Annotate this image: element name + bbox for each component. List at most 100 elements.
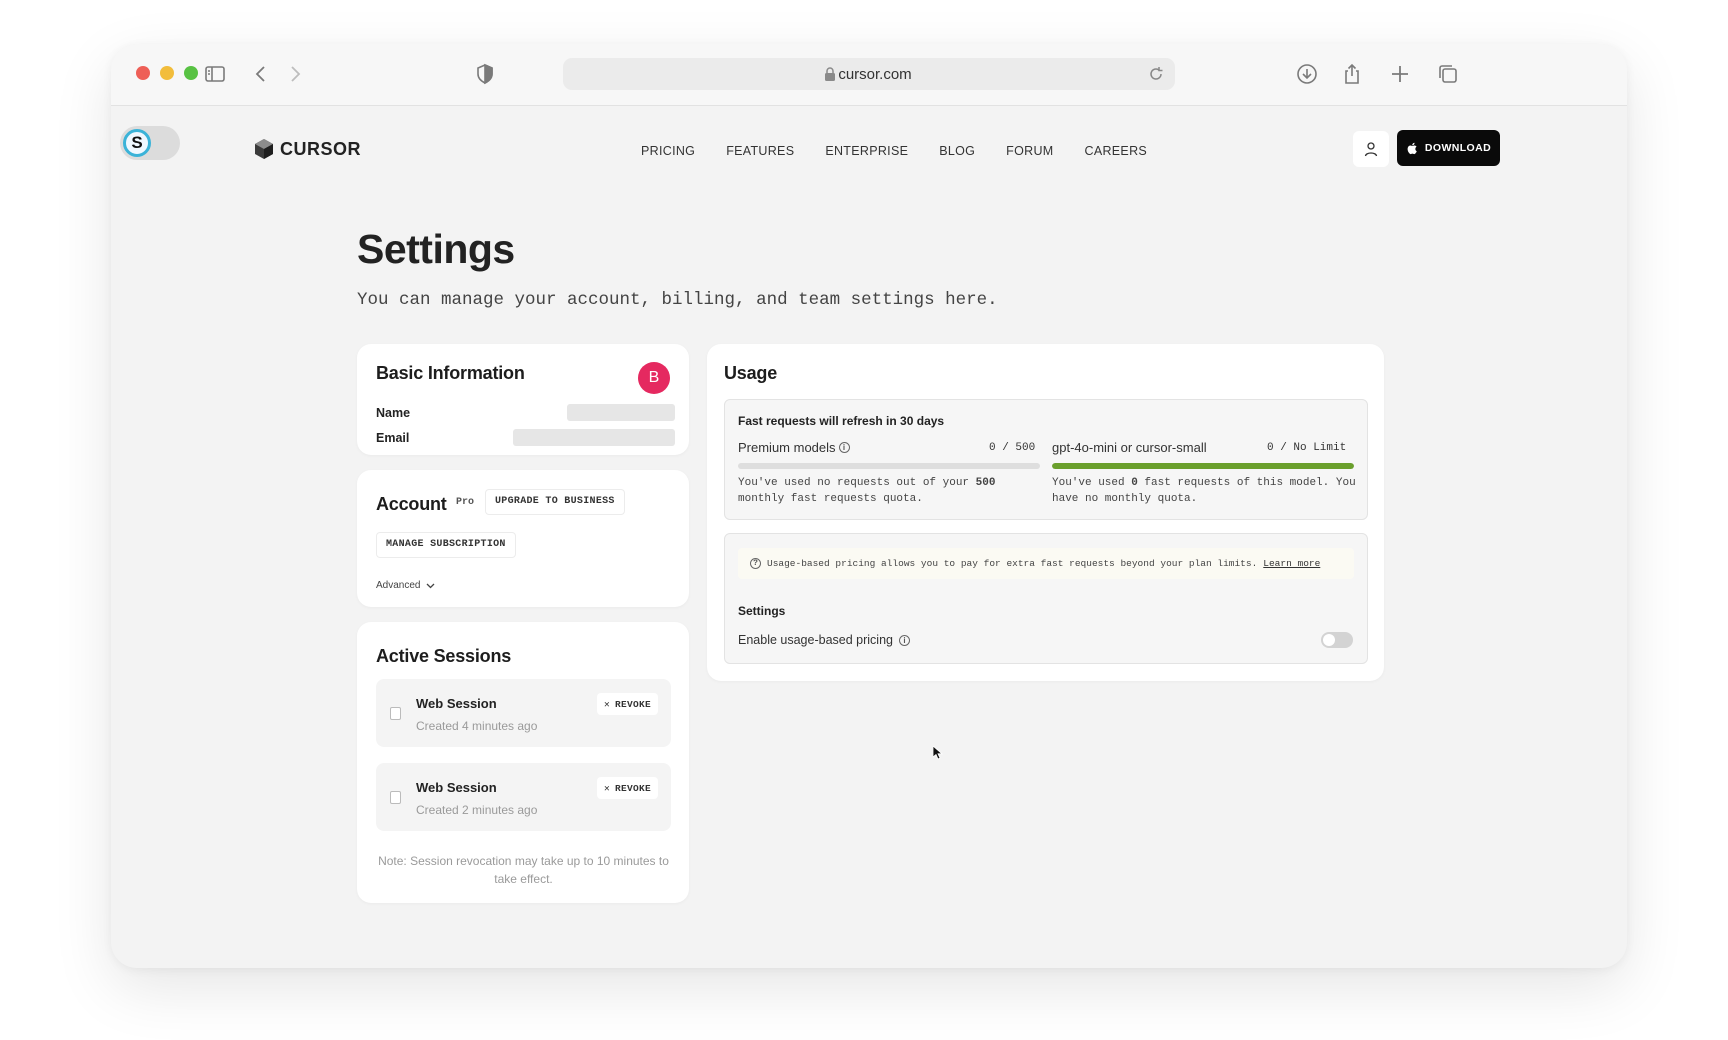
privacy-shield-icon[interactable] xyxy=(473,62,497,86)
usage-pricing-label: Enable usage-based pricing i xyxy=(738,633,910,647)
cube-logo-icon xyxy=(255,139,273,159)
account-button[interactable] xyxy=(1353,131,1389,167)
close-icon: ✕ xyxy=(603,698,610,710)
usage-card: Usage Fast requests will refresh in 30 d… xyxy=(707,344,1384,681)
usage-title: Usage xyxy=(724,363,778,383)
premium-models-text: Premium models xyxy=(738,440,836,455)
small-models-description: You've used 0 fast requests of this mode… xyxy=(1052,475,1362,507)
premium-models-description: You've used no requests out of your 500 … xyxy=(738,475,1048,507)
name-value-redacted xyxy=(567,404,675,421)
active-sessions-title: Active Sessions xyxy=(376,646,512,666)
mouse-cursor-icon xyxy=(933,746,943,760)
nav-careers[interactable]: CAREERS xyxy=(1085,144,1148,158)
avatar[interactable]: B xyxy=(638,362,670,394)
download-button[interactable]: DOWNLOAD xyxy=(1397,130,1500,166)
premium-models-count: 0 / 500 xyxy=(989,442,1036,454)
session-item: Web Session Created 4 minutes ago ✕ REVO… xyxy=(376,679,671,747)
info-icon[interactable]: i xyxy=(898,634,910,646)
maximize-window-button[interactable] xyxy=(184,66,198,80)
revoke-button[interactable]: ✕ REVOKE xyxy=(596,777,658,799)
nav-features[interactable]: FEATURES xyxy=(726,144,794,158)
chevron-down-icon xyxy=(427,583,435,588)
downloads-icon[interactable] xyxy=(1295,62,1319,86)
browser-toolbar: cursor.com xyxy=(111,44,1627,106)
usage-pricing-toggle[interactable] xyxy=(1321,632,1353,648)
advanced-toggle[interactable]: Advanced xyxy=(376,580,435,591)
page-title: Settings xyxy=(357,226,515,272)
page-content: S CURSOR PRICING FEATURES ENTERPRISE BLO… xyxy=(111,106,1627,968)
share-icon[interactable] xyxy=(1340,62,1364,86)
tab-overview-icon[interactable] xyxy=(1436,62,1460,86)
desc-prefix: You've used no requests out of your xyxy=(738,477,976,489)
page-subtitle: You can manage your account, billing, an… xyxy=(357,290,998,310)
usage-based-pricing-panel: ? Usage-based pricing allows you to pay … xyxy=(724,533,1368,664)
session-device-icon xyxy=(390,707,401,720)
desc-suffix: monthly fast requests quota. xyxy=(738,493,923,505)
usage-pricing-text: Enable usage-based pricing xyxy=(738,633,893,647)
banner-text: Usage-based pricing allows you to pay fo… xyxy=(767,558,1258,569)
email-value-redacted xyxy=(513,429,675,446)
info-icon: ? xyxy=(750,558,761,569)
upgrade-to-business-button[interactable]: UPGRADE TO BUSINESS xyxy=(485,489,625,515)
user-icon xyxy=(1364,142,1378,157)
basic-info-card: Basic Information B Name Email xyxy=(357,344,689,455)
apple-icon xyxy=(1407,142,1417,154)
settings-subtitle: Settings xyxy=(738,604,786,618)
email-label: Email xyxy=(376,431,410,445)
minimize-window-button[interactable] xyxy=(160,66,174,80)
session-created: Created 2 minutes ago xyxy=(416,803,538,817)
name-label: Name xyxy=(376,406,411,420)
revoke-label: REVOKE xyxy=(614,782,651,794)
back-icon[interactable] xyxy=(249,62,273,86)
new-tab-icon[interactable] xyxy=(1388,62,1412,86)
active-sessions-card: Active Sessions Web Session Created 4 mi… xyxy=(357,622,689,903)
desc-bold: 0 xyxy=(1131,477,1138,489)
session-name: Web Session xyxy=(416,696,497,711)
url-text: cursor.com xyxy=(838,66,912,83)
forward-icon[interactable] xyxy=(283,62,307,86)
session-device-icon xyxy=(390,791,401,804)
info-icon[interactable]: i xyxy=(838,442,850,453)
session-item: Web Session Created 2 minutes ago ✕ REVO… xyxy=(376,763,671,831)
cursor-logo[interactable]: CURSOR xyxy=(253,138,361,160)
account-card: Account Pro UPGRADE TO BUSINESS MANAGE S… xyxy=(357,470,689,607)
small-models-text: gpt-4o-mini or cursor-small xyxy=(1052,440,1207,455)
small-models-count: 0 / No Limit xyxy=(1267,442,1347,454)
close-icon: ✕ xyxy=(603,782,610,794)
premium-models-progress xyxy=(738,463,1040,469)
nav-pricing[interactable]: PRICING xyxy=(641,144,695,158)
manage-subscription-button[interactable]: MANAGE SUBSCRIPTION xyxy=(376,532,516,558)
toggle-knob xyxy=(1323,634,1335,646)
session-created: Created 4 minutes ago xyxy=(416,719,538,733)
close-window-button[interactable] xyxy=(136,66,150,80)
reload-icon[interactable] xyxy=(1147,65,1165,83)
address-bar[interactable]: cursor.com xyxy=(563,58,1175,90)
nav-enterprise[interactable]: ENTERPRISE xyxy=(825,144,908,158)
refresh-notice: Fast requests will refresh in 30 days xyxy=(738,414,945,428)
revoke-label: REVOKE xyxy=(614,698,651,710)
logo-text: CURSOR xyxy=(280,138,362,159)
premium-models-label: Premium models i xyxy=(738,440,850,455)
download-label: DOWNLOAD xyxy=(1424,142,1492,154)
small-models-progress xyxy=(1052,463,1354,469)
nav-forum[interactable]: FORUM xyxy=(1006,144,1053,158)
basic-info-title: Basic Information xyxy=(376,363,525,383)
account-title: Account xyxy=(376,494,447,514)
small-models-progress-fill xyxy=(1052,463,1354,469)
usage-pricing-banner: ? Usage-based pricing allows you to pay … xyxy=(738,548,1354,579)
nav-blog[interactable]: BLOG xyxy=(939,144,975,158)
main-nav: PRICING FEATURES ENTERPRISE BLOG FORUM C… xyxy=(641,144,1147,158)
plan-badge: Pro xyxy=(456,497,475,508)
session-name: Web Session xyxy=(416,780,497,795)
browser-window: cursor.com S CURSOR PRICING FEATURES ENT… xyxy=(111,44,1627,968)
small-models-label: gpt-4o-mini or cursor-small xyxy=(1052,440,1207,455)
sidebar-icon[interactable] xyxy=(203,62,227,86)
fast-requests-panel: Fast requests will refresh in 30 days Pr… xyxy=(724,399,1368,520)
extension-toggle[interactable]: S xyxy=(120,126,180,160)
desc-bold: 500 xyxy=(975,477,996,489)
extension-knob: S xyxy=(123,129,151,157)
revoke-button[interactable]: ✕ REVOKE xyxy=(596,693,658,715)
advanced-label: Advanced xyxy=(376,580,421,591)
learn-more-link[interactable]: Learn more xyxy=(1263,558,1320,569)
session-note: Note: Session revocation may take up to … xyxy=(378,854,669,886)
